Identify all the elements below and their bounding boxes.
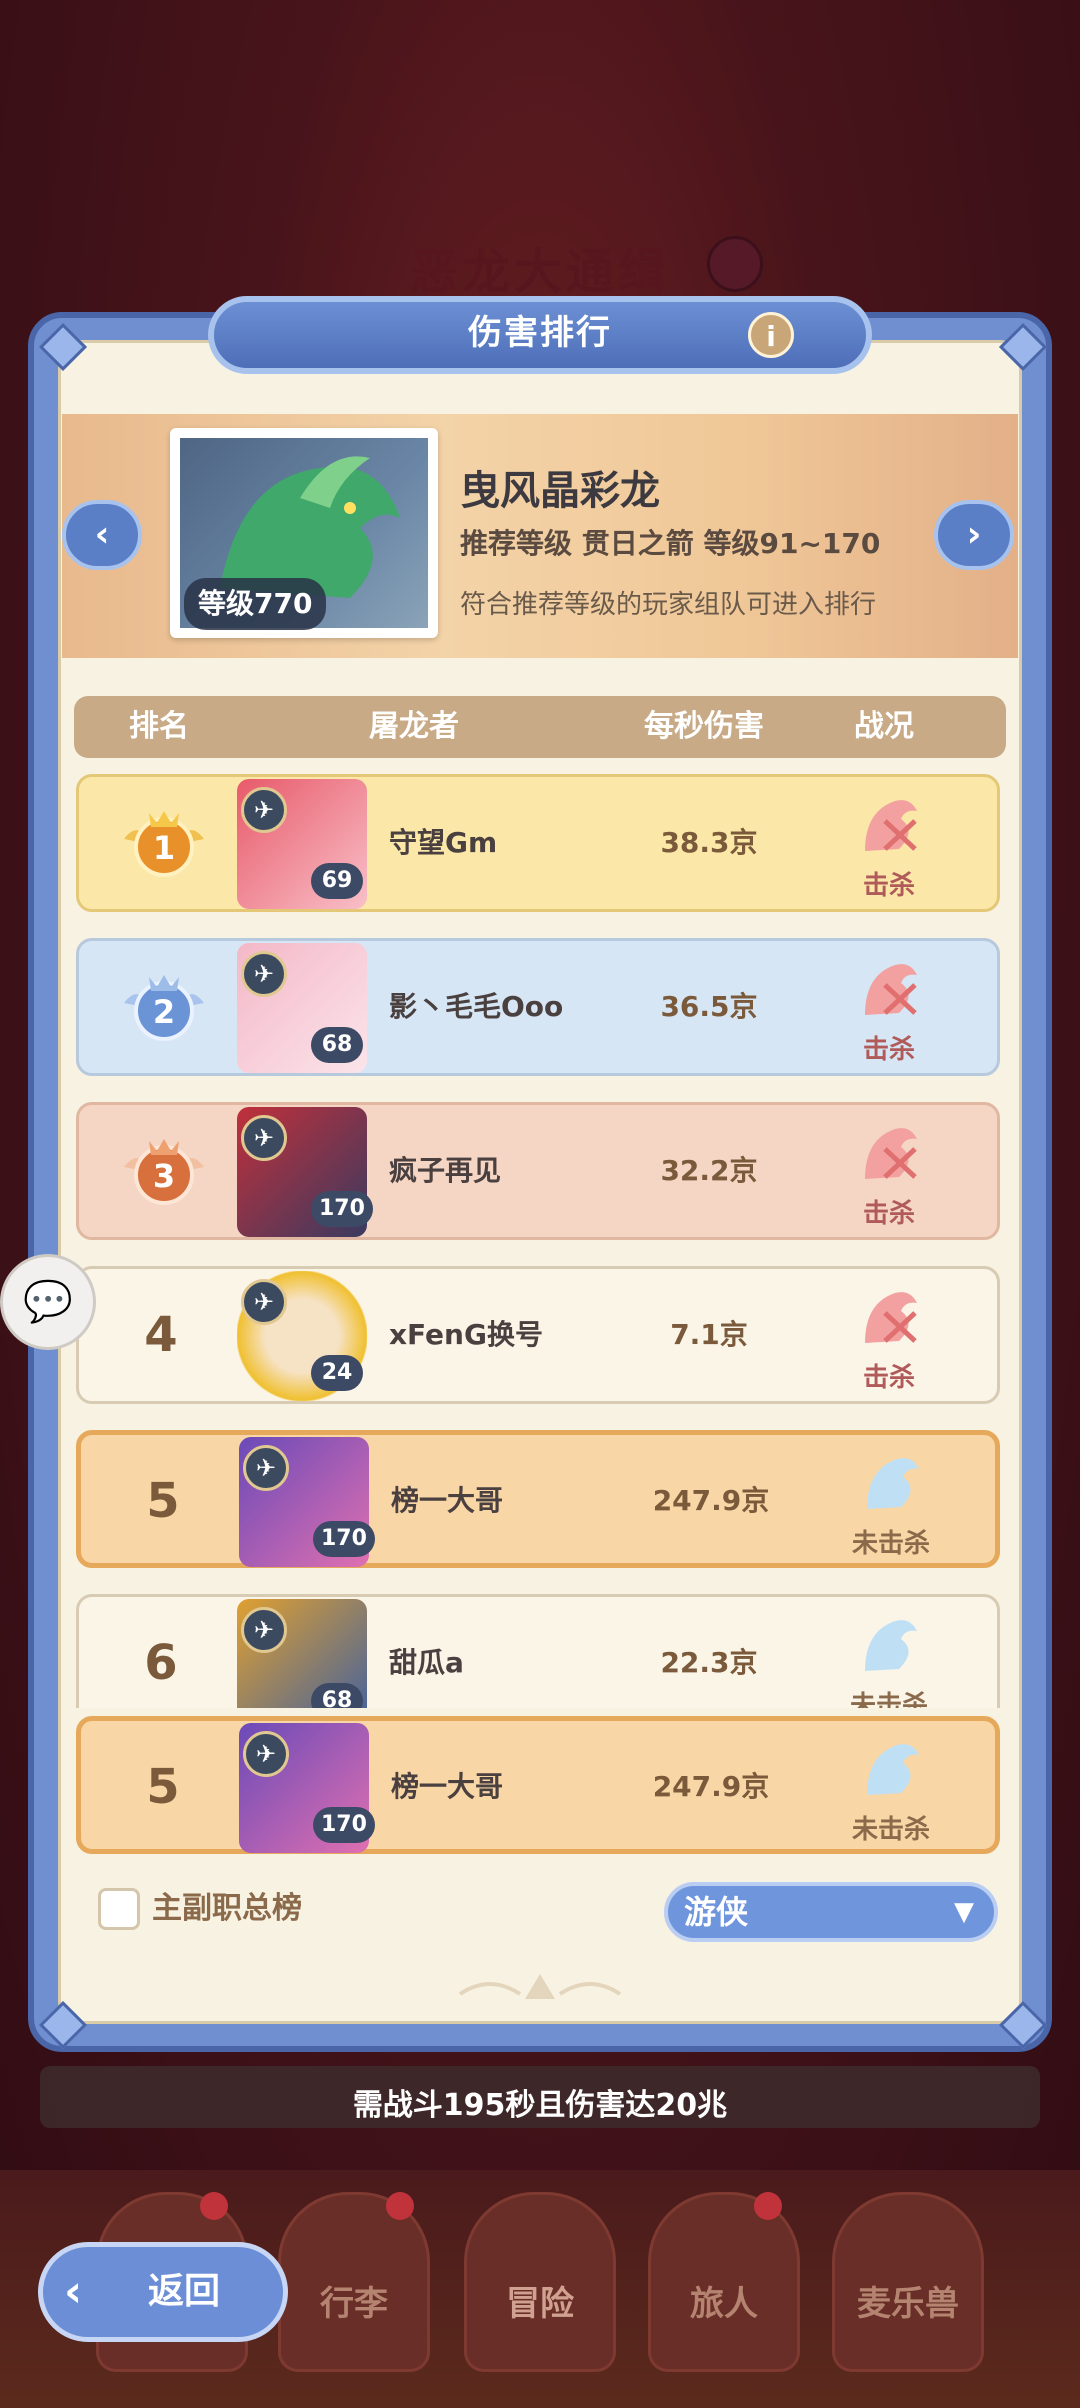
player-dps: 22.3京 [660, 1646, 758, 1679]
job-ranger-icon: ✈ [241, 1115, 287, 1161]
chevron-down-icon[interactable]: ▼ [954, 1882, 974, 1942]
player-name: 榜一大哥 [391, 1770, 504, 1803]
boss-recommendation: 推荐等级 贯日之箭 等级91~170 [460, 527, 881, 560]
rank-number: 5 [146, 1473, 180, 1529]
svg-text:3: 3 [153, 1157, 175, 1195]
header-dps: 每秒伤害 [644, 709, 764, 744]
player-level: 68 [311, 1027, 363, 1063]
rank-number: 6 [144, 1635, 178, 1691]
table-header: 排名 屠龙者 每秒伤害 战况 [74, 696, 1006, 758]
job-ranger-icon: ✈ [241, 787, 287, 833]
rank-number: 5 [146, 1759, 180, 1815]
back-label[interactable]: 返回 [148, 2244, 220, 2340]
rank-number: 4 [144, 1307, 178, 1363]
class-select-value[interactable]: 游侠 [684, 1882, 748, 1942]
header-status: 战况 [854, 709, 914, 744]
player-name: 榜一大哥 [391, 1484, 504, 1517]
dragon-killed-icon [865, 1128, 917, 1179]
player-level: 68 [311, 1683, 363, 1708]
player-name: xFenG换号 [389, 1318, 543, 1351]
notification-dot [754, 2192, 782, 2220]
my-rank-row[interactable]: 5 ✈ 170 榜一大哥 247.9京 未击杀 [76, 1716, 1000, 1854]
next-boss-button[interactable]: › [934, 500, 1014, 570]
player-name: 守望Gm [389, 826, 498, 859]
player-level: 24 [311, 1355, 363, 1391]
job-ranger-icon: ✈ [241, 951, 287, 997]
ranking-list[interactable]: 1 ✈ 69 守望Gm 38.3京 击杀 2 ✈ 68 影丶毛毛Ooo 36.5… [74, 770, 1006, 1708]
kill-status: 击杀 [862, 871, 915, 901]
player-dps: 32.2京 [660, 1154, 758, 1187]
dragon-killed-icon [865, 964, 917, 1015]
dragon-alive-icon [865, 1620, 917, 1671]
player-name: 甜瓜a [389, 1646, 464, 1679]
player-name: 影丶毛毛Ooo [389, 990, 564, 1023]
dragon-alive-icon [867, 1744, 919, 1795]
boss-note: 符合推荐等级的玩家组队可进入排行 [460, 590, 877, 620]
job-ranger-icon: ✈ [243, 1445, 289, 1491]
table-row[interactable]: 3 ✈ 170 疯子再见 32.2京 击杀 [76, 1102, 1000, 1240]
kill-status: 未击杀 [851, 1529, 930, 1559]
kill-status: 未击杀 [849, 1691, 928, 1708]
tab-adventure-label: 冒险 [506, 2284, 574, 2324]
kill-status: 击杀 [862, 1035, 915, 1065]
header-slayer: 屠龙者 [369, 709, 459, 744]
gold-medal-icon: 1 [124, 811, 204, 877]
silver-medal-icon: 2 [124, 975, 204, 1041]
svg-text:2: 2 [153, 993, 175, 1031]
boss-level-badge: 等级770 [184, 578, 327, 630]
job-ranger-icon: ✈ [241, 1279, 287, 1325]
player-level: 170 [311, 1191, 373, 1227]
player-name: 疯子再见 [389, 1154, 502, 1187]
info-icon[interactable]: i [748, 312, 794, 358]
dragon-alive-icon [867, 1458, 919, 1509]
table-row[interactable]: 6 ✈ 68 甜瓜a 22.3京 未击杀 [76, 1594, 1000, 1708]
back-arrow-icon[interactable]: ‹ [64, 2244, 82, 2340]
header-rank: 排名 [129, 709, 189, 744]
dragon-killed-icon [865, 800, 917, 851]
notification-dot [386, 2192, 414, 2220]
job-ranger-icon: ✈ [241, 1607, 287, 1653]
chat-icon[interactable]: 💬 [0, 1254, 96, 1350]
tab-luggage-label: 行李 [320, 2284, 388, 2324]
player-level: 69 [311, 863, 363, 899]
kill-status: 击杀 [862, 1363, 915, 1393]
combined-rank-checkbox[interactable] [98, 1888, 140, 1930]
player-level: 170 [313, 1807, 375, 1843]
svg-text:1: 1 [153, 829, 175, 867]
table-row[interactable]: 2 ✈ 68 影丶毛毛Ooo 36.5京 击杀 [76, 938, 1000, 1076]
combined-rank-label[interactable]: 主副职总榜 [152, 1886, 302, 1932]
table-row[interactable]: 1 ✈ 69 守望Gm 38.3京 击杀 [76, 774, 1000, 912]
tab-traveler-label: 旅人 [690, 2284, 758, 2324]
kill-status: 未击杀 [851, 1815, 930, 1845]
bronze-medal-icon: 3 [124, 1139, 204, 1205]
requirement-text: 需战斗195秒且伤害达20兆 [352, 2088, 728, 2123]
player-dps: 36.5京 [660, 990, 758, 1023]
dragon-killed-icon [865, 1292, 917, 1343]
player-level: 170 [313, 1521, 375, 1557]
player-dps: 7.1京 [670, 1318, 748, 1351]
kill-status: 击杀 [862, 1199, 915, 1229]
prev-boss-button[interactable]: ‹ [62, 500, 142, 570]
player-dps: 247.9京 [652, 1484, 770, 1517]
boss-name: 曳风晶彩龙 [460, 468, 660, 514]
player-dps: 38.3京 [660, 826, 758, 859]
player-dps: 247.9京 [652, 1770, 770, 1803]
notification-dot [200, 2192, 228, 2220]
tab-pet-label: 麦乐兽 [857, 2284, 959, 2324]
table-row[interactable]: 5 ✈ 170 榜一大哥 247.9京 未击杀 [76, 1430, 1000, 1568]
job-ranger-icon: ✈ [243, 1731, 289, 1777]
table-row[interactable]: 4 ✈ 24 xFenG换号 7.1京 击杀 [76, 1266, 1000, 1404]
panel-ornament-icon [440, 1964, 640, 2014]
